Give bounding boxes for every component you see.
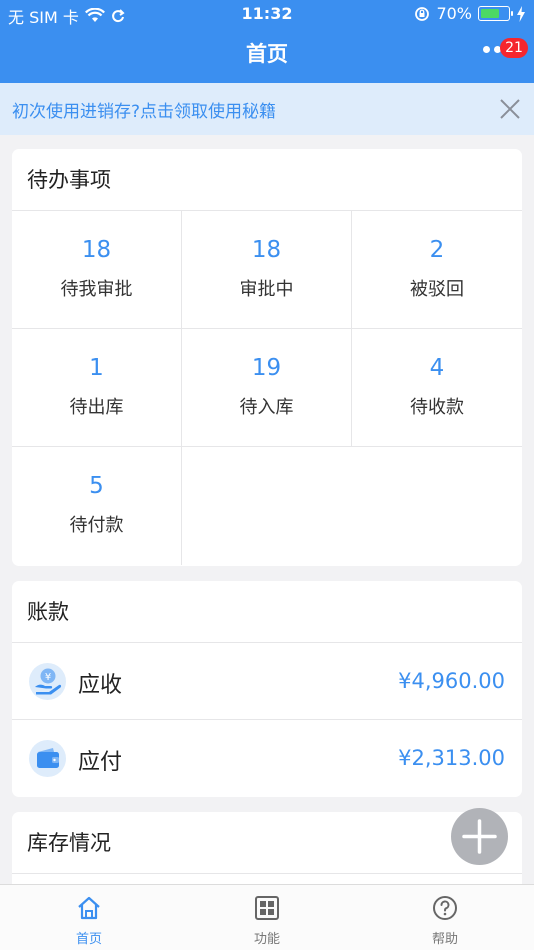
todo-label: 待付款 — [69, 515, 124, 536]
todo-label: 待出库 — [69, 397, 124, 418]
battery-percent: 70% — [436, 4, 472, 23]
close-icon[interactable] — [498, 97, 522, 121]
add-button[interactable] — [451, 808, 508, 865]
todo-count: 4 — [429, 355, 445, 381]
notification-badge[interactable]: 21 — [500, 38, 528, 58]
account-row-payable[interactable]: 应付 ¥2,313.00 — [12, 720, 522, 797]
tab-label: 帮助 — [431, 932, 458, 947]
todo-count: 19 — [251, 355, 282, 381]
todo-count: 18 — [251, 237, 282, 263]
more-dot-icon — [483, 46, 490, 53]
todo-item-pending-collection[interactable]: 4 待收款 — [352, 329, 522, 447]
todo-count: 18 — [81, 237, 112, 263]
todo-card: 待办事项 18 待我审批 18 审批中 2 被驳回 1 待出库 19 待入库 4… — [12, 149, 522, 566]
account-amount: ¥2,313.00 — [398, 746, 505, 770]
account-label: 应付 — [78, 750, 123, 775]
home-icon — [78, 896, 100, 920]
todo-item-pending-inbound[interactable]: 19 待入库 — [182, 329, 352, 447]
tab-bar: 首页 功能 帮助 — [0, 884, 534, 950]
svg-text:¥: ¥ — [45, 672, 51, 683]
receivable-hand-yen-icon: ¥ — [29, 663, 66, 700]
todo-count: 1 — [89, 355, 104, 381]
todo-card-title: 待办事项 — [12, 149, 522, 211]
tab-home[interactable]: 首页 — [0, 885, 178, 950]
account-label: 应收 — [78, 673, 123, 698]
tab-label: 首页 — [75, 932, 102, 947]
todo-label: 待收款 — [410, 397, 464, 418]
plus-icon — [462, 819, 497, 854]
app-screen: 无 SIM 卡 11:32 70% 首页 21 初次使用进销存?点击领取使用秘籍… — [0, 0, 534, 950]
todo-label: 待入库 — [239, 397, 294, 418]
tip-text[interactable]: 初次使用进销存?点击领取使用秘籍 — [12, 97, 276, 122]
inventory-card-title: 库存情况 — [12, 812, 522, 874]
todo-item-rejected[interactable]: 2 被驳回 — [352, 211, 522, 329]
tab-help[interactable]: 帮助 — [356, 885, 534, 950]
page-title: 首页 — [246, 42, 288, 66]
app-header: 无 SIM 卡 11:32 70% 首页 21 — [0, 0, 534, 83]
grid-icon — [255, 896, 279, 920]
todo-item-in-approval[interactable]: 18 审批中 — [182, 211, 352, 329]
charging-bolt-icon — [517, 5, 525, 22]
todo-item-pending-payment[interactable]: 5 待付款 — [12, 447, 182, 565]
account-row-receivable[interactable]: ¥ 应收 ¥4,960.00 — [12, 643, 522, 720]
status-right: 70% — [414, 4, 526, 23]
tab-functions[interactable]: 功能 — [178, 885, 356, 950]
tab-label: 功能 — [253, 932, 280, 947]
accounts-card: 账款 ¥ 应收 ¥4,960.00 应付 ¥2,313.00 — [12, 581, 522, 797]
battery-icon — [478, 6, 513, 21]
tip-banner[interactable]: 初次使用进销存?点击领取使用秘籍 — [0, 83, 534, 135]
help-icon — [433, 896, 457, 920]
accounts-card-title: 账款 — [12, 581, 522, 643]
todo-empty-space — [182, 447, 522, 565]
account-amount: ¥4,960.00 — [398, 669, 505, 693]
todo-item-pending-outbound[interactable]: 1 待出库 — [12, 329, 182, 447]
status-bar: 无 SIM 卡 11:32 70% — [0, 0, 534, 28]
todo-grid: 18 待我审批 18 审批中 2 被驳回 1 待出库 19 待入库 4 待收款 — [12, 211, 522, 565]
orientation-lock-icon — [415, 6, 430, 21]
battery-level-fill — [481, 9, 499, 18]
todo-label: 被驳回 — [410, 279, 464, 300]
todo-count: 2 — [429, 237, 445, 263]
todo-item-pending-my-approval[interactable]: 18 待我审批 — [12, 211, 182, 329]
todo-count: 5 — [89, 473, 104, 499]
wallet-icon — [29, 740, 66, 777]
todo-label: 审批中 — [239, 279, 294, 300]
todo-label: 待我审批 — [60, 279, 133, 300]
